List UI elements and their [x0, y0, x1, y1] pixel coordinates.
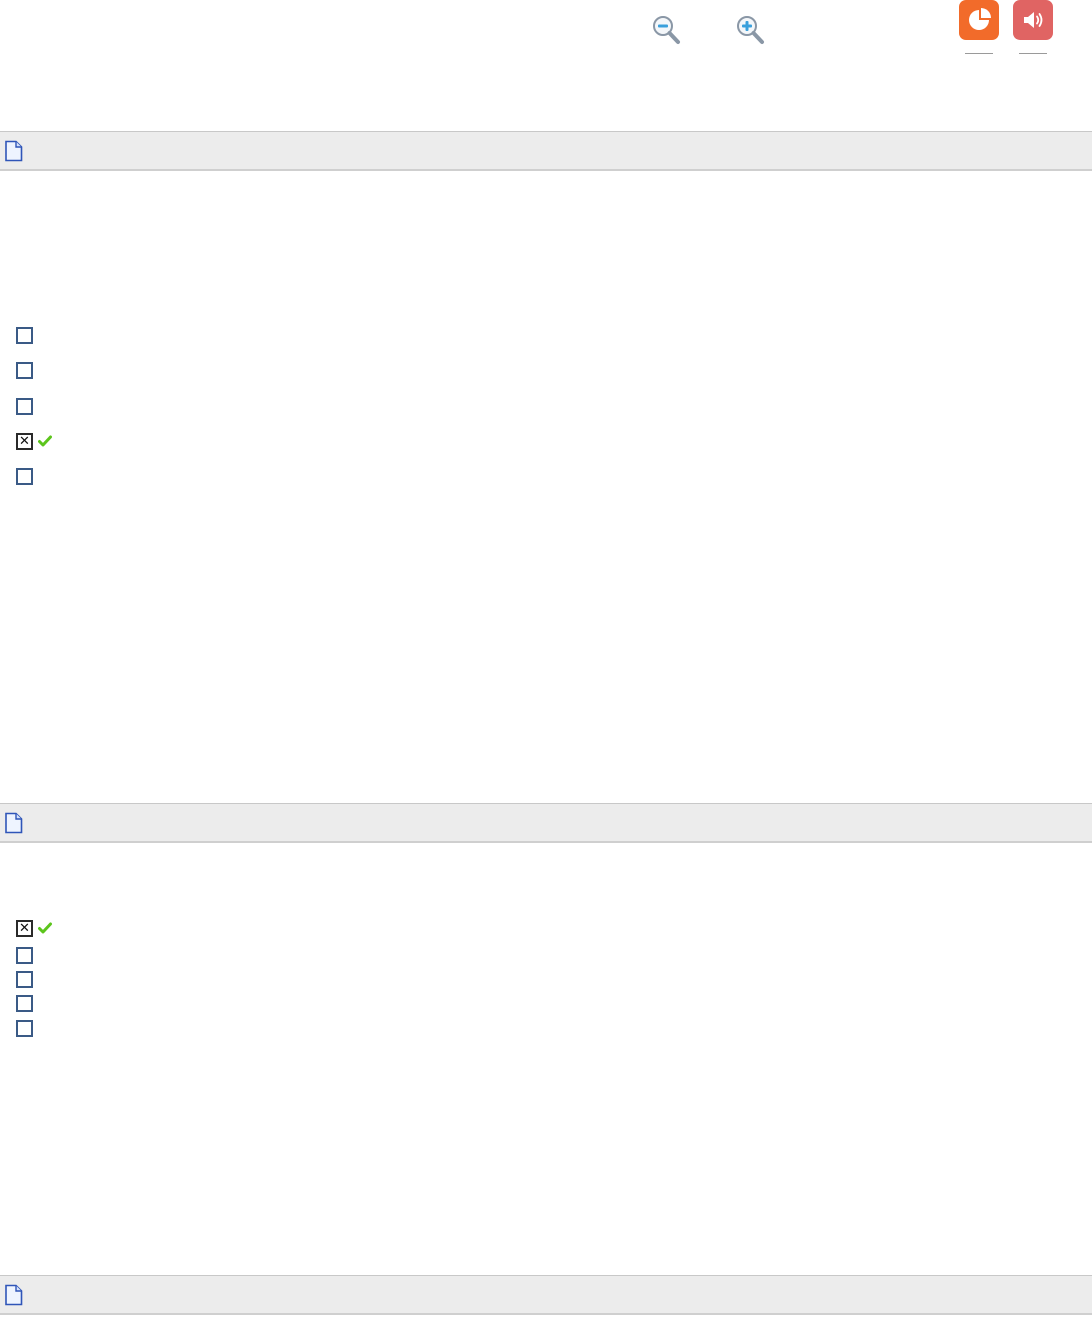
page-icon	[5, 140, 23, 162]
checked-mark: ✕	[19, 920, 30, 936]
results-underline	[965, 53, 993, 54]
zoom-in-icon	[737, 16, 764, 44]
answer-checkbox[interactable]	[16, 1019, 33, 1037]
audio-underline	[1019, 53, 1047, 54]
answer-checkbox[interactable]	[16, 326, 33, 344]
answer-option: ✕	[16, 431, 52, 451]
answer-checkbox[interactable]	[16, 467, 33, 485]
correct-check-icon	[38, 435, 52, 447]
question-header-1	[0, 131, 1092, 171]
page-icon	[5, 812, 23, 834]
answer-checkbox[interactable]	[16, 994, 33, 1012]
answer-checkbox[interactable]	[16, 397, 33, 415]
answer-option: ✕	[16, 918, 52, 938]
pie-chart-icon	[969, 8, 991, 30]
zoom-in-button[interactable]	[732, 12, 768, 48]
answer-checkbox[interactable]	[16, 946, 33, 964]
question-header-3	[0, 1275, 1092, 1315]
zoom-out-button[interactable]	[648, 12, 684, 48]
answer-option	[16, 993, 33, 1013]
answer-checkbox[interactable]	[16, 361, 33, 379]
audio-button[interactable]	[1013, 0, 1053, 40]
answer-option	[16, 466, 33, 486]
question-header-2	[0, 803, 1092, 843]
answer-option	[16, 945, 33, 965]
answer-option	[16, 325, 33, 345]
zoom-out-icon	[653, 16, 680, 44]
page: ✕ ✕	[0, 0, 1092, 1317]
answer-option	[16, 1018, 33, 1038]
checked-mark: ✕	[19, 433, 30, 449]
answer-option	[16, 396, 33, 416]
answer-checkbox[interactable]	[16, 970, 33, 988]
answer-option	[16, 360, 33, 380]
speaker-icon	[1024, 12, 1043, 28]
results-button[interactable]	[959, 0, 999, 40]
answer-checkbox-checked[interactable]: ✕	[16, 432, 33, 450]
correct-check-icon	[38, 922, 52, 934]
answer-option	[16, 969, 33, 989]
answer-checkbox-checked[interactable]: ✕	[16, 919, 33, 937]
page-icon	[5, 1284, 23, 1306]
